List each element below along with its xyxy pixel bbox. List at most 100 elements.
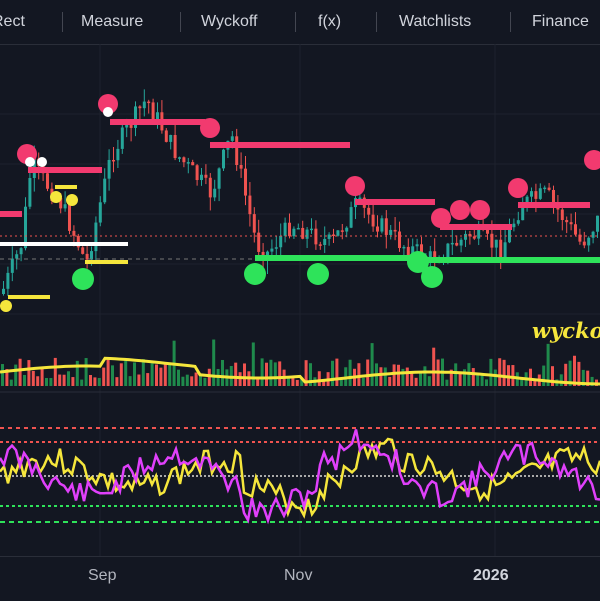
volume-bar	[159, 367, 163, 386]
candle-body	[164, 130, 168, 142]
candle-body	[415, 244, 419, 247]
volume-bar	[423, 366, 427, 386]
green-marker	[307, 263, 329, 285]
volume-bar	[529, 368, 532, 386]
candle-body	[314, 228, 318, 245]
candle-body	[569, 222, 573, 225]
candle-body	[446, 243, 450, 260]
volume-bar	[471, 368, 475, 386]
candle-body	[288, 222, 291, 237]
wyckoff-watermark: wyckoff	[532, 318, 600, 343]
candle-body	[398, 231, 401, 249]
candle-body	[244, 168, 247, 196]
candle-body	[239, 165, 243, 169]
white-dot	[25, 157, 35, 167]
candle-body	[186, 162, 190, 164]
volume-bar	[133, 362, 136, 386]
candle-body	[63, 204, 67, 209]
candle-body	[402, 246, 406, 249]
volume-bar	[476, 374, 480, 386]
candle-body	[270, 248, 274, 252]
candle-body	[587, 237, 591, 246]
volume-bar	[573, 355, 576, 386]
volume-bar	[1, 364, 4, 386]
candle-body	[582, 241, 586, 246]
pink-marker	[508, 178, 528, 198]
volume-bar	[410, 373, 414, 386]
candle-body	[252, 214, 256, 233]
candle-body	[107, 159, 111, 179]
volume-bar	[150, 363, 154, 386]
volume-bar	[106, 359, 110, 386]
tool-finance[interactable]: Finance	[532, 0, 589, 44]
candle-body	[472, 236, 476, 239]
candle-body	[98, 202, 102, 223]
tool-fx[interactable]: f(x)	[318, 0, 341, 44]
yellow-dot	[50, 191, 62, 203]
volume-bar	[181, 376, 185, 386]
drawing-toolbar: Rect Measure Wyckoff f(x) Watchlists Fin…	[0, 0, 600, 45]
candle-body	[169, 135, 173, 142]
candle-body	[142, 101, 146, 109]
volume-bar	[115, 377, 119, 386]
volume-bar	[511, 365, 515, 386]
volume-bar	[62, 374, 66, 386]
candle-body	[208, 177, 212, 198]
time-axis[interactable]: Sep Nov 2026	[0, 556, 600, 601]
candle-body	[340, 230, 344, 232]
time-axis-label: 2026	[473, 567, 509, 584]
tool-wyckoff[interactable]: Wyckoff	[201, 0, 257, 44]
volume-bar	[119, 363, 123, 386]
green-marker	[421, 266, 443, 288]
candle-body	[512, 223, 516, 228]
volume-bar	[194, 372, 198, 386]
candle-body	[10, 258, 14, 273]
volume-bar	[168, 364, 172, 386]
volume-bar	[243, 363, 246, 386]
volume-bar	[18, 358, 22, 386]
volume-bar	[124, 358, 128, 386]
tool-measure[interactable]: Measure	[81, 0, 143, 44]
volume-bar	[427, 376, 431, 386]
volume-bar	[269, 359, 273, 386]
candle-body	[380, 218, 384, 232]
volume-bar	[111, 365, 114, 386]
candle-body	[230, 136, 234, 141]
candle-body	[94, 222, 98, 252]
volume-bar	[392, 364, 396, 386]
candle-body	[222, 149, 225, 169]
volume-bar	[287, 377, 290, 386]
time-axis-label: Sep	[88, 567, 117, 584]
candle-body	[204, 174, 208, 178]
volume-bar	[190, 376, 194, 386]
volume-bar	[414, 377, 418, 386]
candle-body	[389, 229, 393, 235]
candle-body	[2, 288, 5, 294]
volume-bar	[163, 363, 167, 386]
toolbar-separator	[376, 12, 377, 32]
tool-rect[interactable]: Rect	[0, 0, 25, 44]
price-chart[interactable]	[0, 44, 600, 556]
candle-body	[393, 229, 397, 232]
candle-body	[327, 234, 331, 239]
candle-body	[486, 229, 489, 234]
volume-bar	[49, 378, 53, 386]
candle-body	[68, 204, 71, 231]
volume-bar	[234, 362, 238, 386]
candle-body	[151, 102, 155, 120]
toolbar-separator	[295, 12, 296, 32]
tool-watchlists[interactable]: Watchlists	[399, 0, 471, 44]
volume-bar	[265, 362, 268, 386]
candle-body	[147, 101, 151, 104]
volume-bar	[383, 367, 387, 386]
candle-body	[257, 232, 261, 252]
candle-body	[24, 206, 27, 249]
volume-bar	[23, 374, 26, 386]
pink-marker	[200, 118, 220, 138]
candle-body	[332, 234, 335, 237]
volume-bar	[146, 373, 150, 386]
volume-bar	[40, 367, 44, 386]
volume-bar	[445, 379, 449, 386]
volume-bar	[485, 379, 488, 386]
volume-bar	[45, 377, 48, 386]
